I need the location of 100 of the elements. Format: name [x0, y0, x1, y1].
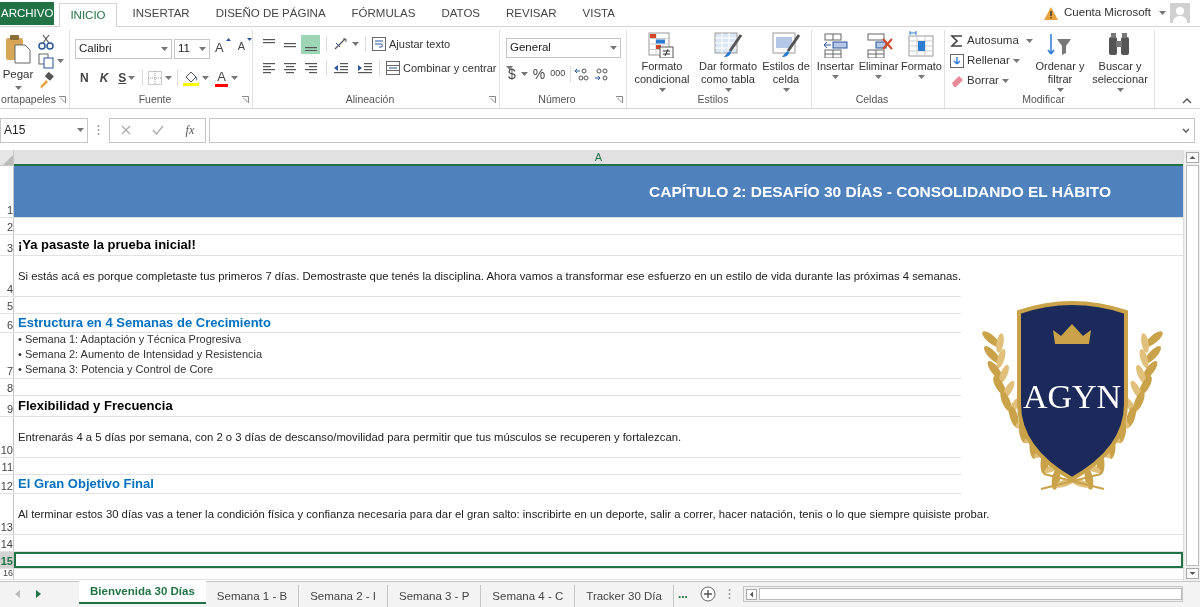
thousands-button[interactable]: 000 — [548, 64, 568, 84]
caret-up-icon — [225, 38, 231, 41]
caret-icon — [14, 86, 22, 91]
align-right-icon[interactable] — [303, 61, 318, 75]
caret-down-icon — [247, 38, 252, 41]
dialog-launcher-icon[interactable] — [616, 96, 623, 103]
ribbon-tab[interactable]: VISTA — [572, 2, 625, 26]
ribbon-button[interactable]: Formato condicional — [629, 30, 695, 92]
ribbon-tab[interactable]: INSERTAR — [122, 2, 200, 26]
caret-icon — [352, 42, 359, 46]
scroll-down-icon[interactable] — [1185, 568, 1199, 579]
italic-button[interactable]: K — [94, 67, 114, 89]
increase-indent-icon[interactable] — [357, 61, 373, 75]
fill-color-icon[interactable] — [183, 70, 200, 86]
sheet-tab[interactable]: Semana 4 - C — [481, 585, 576, 607]
dialog-launcher-icon[interactable] — [489, 96, 496, 103]
increase-decimal-icon[interactable] — [574, 67, 591, 81]
caret-icon — [1012, 58, 1020, 63]
underline-button[interactable]: S — [114, 67, 140, 89]
row-header[interactable]: 11 — [0, 458, 14, 474]
group-label: Alineación — [345, 92, 395, 108]
align-left-icon[interactable] — [261, 61, 276, 75]
group-label: Fuente — [138, 92, 172, 108]
number-format-field[interactable]: General — [506, 38, 621, 58]
add-sheet-icon[interactable] — [699, 586, 716, 602]
body-text: Entrenarás 4 a 5 días por semana, con 2 o 3 días de descanso/movilidad para permitir que tus músculos se recuperen y fortalezcan. — [18, 429, 682, 445]
row-header[interactable]: 14 — [0, 535, 14, 551]
wrap-text-button[interactable]: Ajustar texto — [372, 34, 451, 54]
row-header[interactable]: 10 — [0, 417, 14, 457]
name-box[interactable]: A15 — [0, 117, 88, 143]
account-name[interactable]: Cuenta Microsoft — [1064, 4, 1151, 22]
sheet-tab[interactable]: Semana 3 - P — [388, 585, 482, 607]
bold-button[interactable]: N — [75, 67, 94, 89]
sheet-tab[interactable]: Semana 1 - B — [205, 585, 300, 607]
row-header[interactable]: 12 — [0, 475, 14, 493]
decrease-decimal-icon[interactable] — [594, 67, 611, 81]
ribbon-tab[interactable]: DISEÑO DE PÁGINA — [205, 2, 336, 26]
decrease-indent-icon[interactable] — [333, 61, 349, 75]
caret-icon — [832, 75, 839, 79]
clear-button[interactable]: Borrar — [950, 71, 1033, 90]
sheet-tab[interactable]: Semana 2 - I — [299, 585, 388, 607]
font-name-field[interactable]: Calibri — [75, 39, 172, 59]
column-header[interactable]: A — [14, 150, 1183, 166]
ribbon-button[interactable]: Eliminar — [857, 30, 900, 92]
horizontal-scrollbar[interactable] — [742, 586, 1183, 602]
dialog-launcher-icon[interactable] — [242, 96, 249, 103]
expand-icon[interactable] — [1182, 127, 1190, 133]
ribbon-button[interactable]: Buscar y seleccionar — [1087, 30, 1153, 92]
shrink-font-button[interactable]: A — [235, 38, 254, 60]
collapse-ribbon-icon[interactable] — [1182, 98, 1192, 104]
ribbon-button[interactable]: Ordenar y filtrar — [1033, 30, 1087, 92]
ribbon-tab[interactable]: REVISAR — [496, 2, 567, 26]
align-center-icon[interactable] — [282, 61, 297, 75]
ribbon-tab[interactable]: FÓRMULAS — [341, 2, 426, 26]
percent-button[interactable]: % — [530, 64, 548, 84]
ribbon-button[interactable]: Dar formato como tabla — [695, 30, 761, 92]
ribbon-button[interactable]: Estilos de celda — [761, 30, 811, 92]
row-header[interactable]: 15 — [0, 552, 14, 568]
sheet-tab[interactable]: Bienvenida 30 Días — [79, 581, 206, 604]
section-heading: ¡Ya pasaste la prueba inicial! — [18, 235, 196, 254]
row-header[interactable]: 13 — [0, 494, 14, 534]
file-tab[interactable]: ARCHIVO — [0, 2, 55, 25]
selected-cell[interactable] — [14, 552, 1183, 568]
ribbon-button[interactable]: Insertar — [814, 30, 857, 92]
scroll-thumb[interactable] — [758, 588, 1182, 600]
caret-icon — [199, 47, 206, 51]
vertical-scrollbar[interactable] — [1183, 150, 1200, 581]
caret-icon — [161, 47, 168, 51]
sheet-tab[interactable]: Tracker 30 Día — [575, 585, 674, 607]
ribbon-tab[interactable]: DATOS — [431, 2, 491, 26]
scroll-left-icon[interactable] — [745, 588, 757, 600]
scroll-thumb[interactable] — [1185, 165, 1199, 566]
format-painter-icon[interactable] — [38, 72, 54, 88]
font-color-button[interactable]: A — [212, 67, 242, 89]
bottom-align-icon[interactable] — [301, 34, 320, 54]
fill-button[interactable]: Rellenar — [950, 51, 1033, 70]
insert-function-button[interactable]: fx — [185, 121, 195, 139]
more-tabs-button[interactable]: ... — [673, 582, 692, 605]
scroll-right-icon[interactable] — [36, 590, 41, 598]
font-size-field[interactable]: 11 — [174, 39, 210, 59]
merge-cells-icon — [386, 61, 400, 75]
section-heading: Estructura en 4 Semanas de Crecimiento — [18, 313, 271, 332]
caret-icon — [918, 75, 925, 79]
grip-icon — [727, 588, 731, 600]
row-header[interactable]: 16 — [0, 569, 14, 579]
caret-icon — [57, 59, 64, 63]
autosum-button[interactable]: Autosuma — [950, 31, 1033, 50]
cut-icon[interactable] — [38, 34, 54, 50]
text-orientation-icon[interactable] — [333, 37, 349, 51]
caret-icon — [77, 128, 84, 132]
dialog-launcher-icon[interactable] — [59, 96, 66, 103]
grow-font-button[interactable]: A — [212, 38, 234, 60]
scroll-up-icon[interactable] — [1185, 152, 1199, 163]
formula-input[interactable] — [209, 117, 1195, 143]
paste-button[interactable]: Pegar — [0, 30, 36, 92]
format-cells-icon — [906, 31, 937, 58]
copy-icon[interactable] — [38, 53, 54, 69]
ribbon-button[interactable]: Formato — [900, 30, 943, 92]
group-label: Modificar — [1022, 92, 1065, 108]
ribbon-tab[interactable]: INICIO — [59, 3, 117, 27]
